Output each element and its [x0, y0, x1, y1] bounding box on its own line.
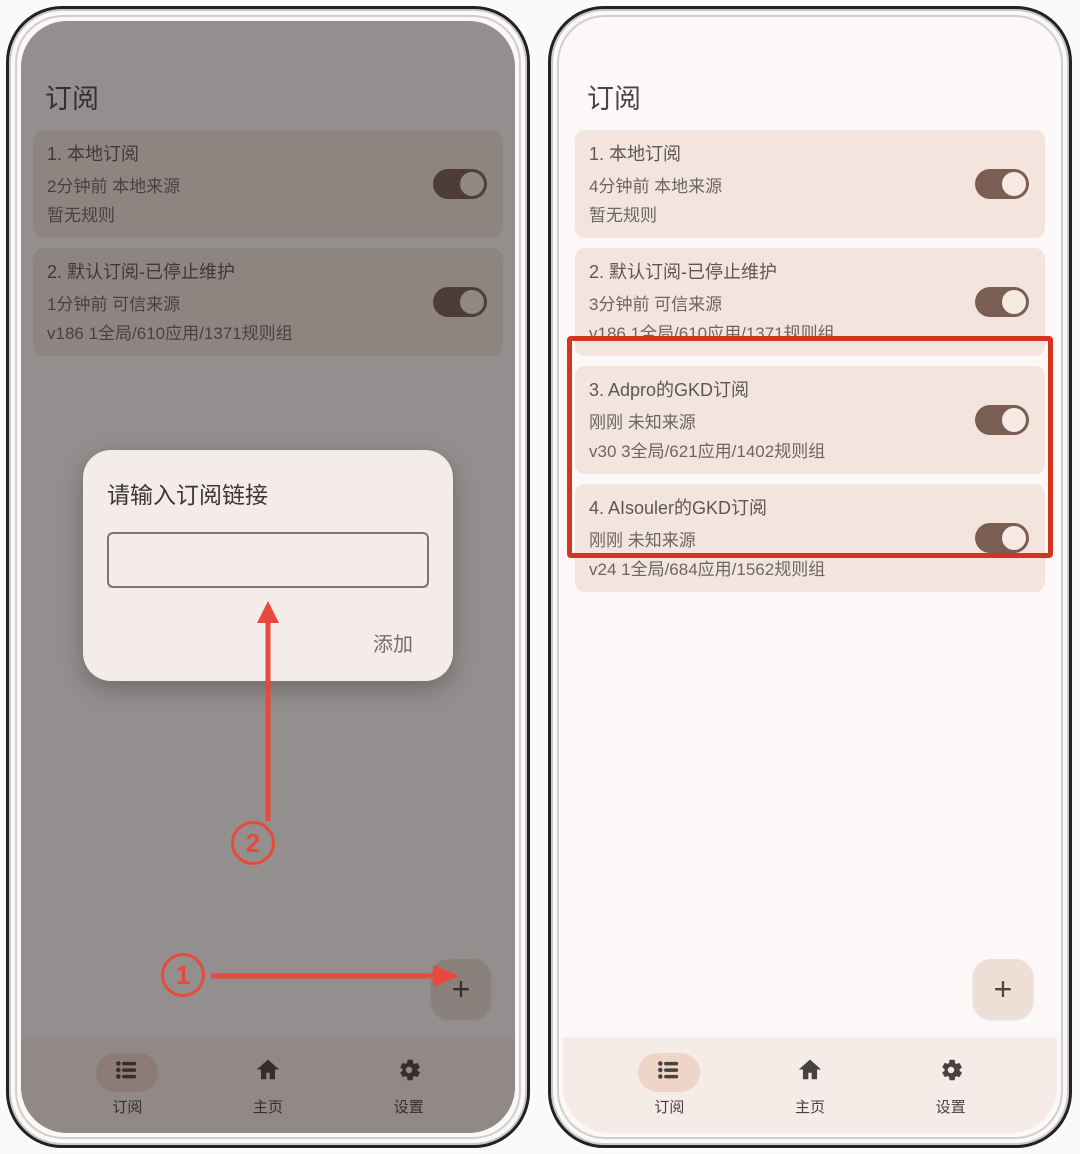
screen-left: 订阅 1. 本地订阅 2分钟前 本地来源 暂无规则 2. 默认订阅-已停止维护 …	[21, 21, 515, 1133]
card-meta: v30 3全局/621应用/1402规则组	[589, 437, 1031, 462]
card-subtitle: 刚刚 未知来源	[589, 526, 1031, 551]
card-toggle[interactable]	[975, 169, 1029, 199]
subscription-url-input[interactable]	[107, 532, 429, 588]
card-toggle[interactable]	[975, 405, 1029, 435]
card-subtitle: 刚刚 未知来源	[589, 408, 1031, 433]
subscription-card[interactable]: 1. 本地订阅 4分钟前 本地来源 暂无规则	[575, 130, 1045, 238]
toggle-thumb	[1002, 526, 1026, 550]
nav-label: 订阅	[654, 1096, 684, 1117]
toggle-thumb	[1002, 172, 1026, 196]
toggle-thumb	[1002, 290, 1026, 314]
card-meta: 暂无规则	[589, 201, 1031, 226]
nav-home[interactable]: 主页	[761, 1047, 859, 1123]
subscription-card[interactable]: 2. 默认订阅-已停止维护 3分钟前 可信来源 v186 1全局/610应用/1…	[575, 248, 1045, 356]
card-title: 2. 默认订阅-已停止维护	[589, 258, 1031, 284]
plus-icon: +	[994, 971, 1013, 1008]
card-meta: v186 1全局/610应用/1371规则组	[589, 319, 1031, 344]
toggle-thumb	[1002, 408, 1026, 432]
card-meta: v24 1全局/684应用/1562规则组	[589, 555, 1031, 580]
card-toggle[interactable]	[975, 287, 1029, 317]
add-subscription-fab[interactable]: +	[973, 959, 1033, 1019]
card-title: 1. 本地订阅	[589, 140, 1031, 166]
subscription-list: 1. 本地订阅 4分钟前 本地来源 暂无规则 2. 默认订阅-已停止维护 3分钟…	[563, 124, 1057, 598]
home-icon	[779, 1053, 841, 1092]
nav-subscribe[interactable]: 订阅	[620, 1047, 718, 1123]
phone-left: 订阅 1. 本地订阅 2分钟前 本地来源 暂无规则 2. 默认订阅-已停止维护 …	[6, 6, 530, 1148]
nav-label: 设置	[936, 1096, 966, 1117]
card-toggle[interactable]	[975, 523, 1029, 553]
card-subtitle: 4分钟前 本地来源	[589, 172, 1031, 197]
page-title: 订阅	[563, 21, 1057, 124]
nav-label: 主页	[795, 1096, 825, 1117]
phone-right: 订阅 1. 本地订阅 4分钟前 本地来源 暂无规则 2. 默认订阅-已停止维护 …	[548, 6, 1072, 1148]
add-subscription-dialog: 请输入订阅链接 添加	[83, 450, 453, 681]
screen-right: 订阅 1. 本地订阅 4分钟前 本地来源 暂无规则 2. 默认订阅-已停止维护 …	[563, 21, 1057, 1133]
subscription-card[interactable]: 3. Adpro的GKD订阅 刚刚 未知来源 v30 3全局/621应用/140…	[575, 366, 1045, 474]
bottom-nav: 订阅 主页 设置	[563, 1037, 1057, 1133]
card-title: 4. AIsouler的GKD订阅	[589, 494, 1031, 520]
subscription-card[interactable]: 4. AIsouler的GKD订阅 刚刚 未知来源 v24 1全局/684应用/…	[575, 484, 1045, 592]
add-button[interactable]: 添加	[357, 618, 429, 667]
card-subtitle: 3分钟前 可信来源	[589, 290, 1031, 315]
dialog-actions: 添加	[107, 618, 429, 667]
dialog-title: 请输入订阅链接	[107, 476, 429, 510]
list-icon	[638, 1053, 700, 1092]
gear-icon	[920, 1053, 982, 1092]
card-title: 3. Adpro的GKD订阅	[589, 376, 1031, 402]
nav-settings[interactable]: 设置	[902, 1047, 1000, 1123]
